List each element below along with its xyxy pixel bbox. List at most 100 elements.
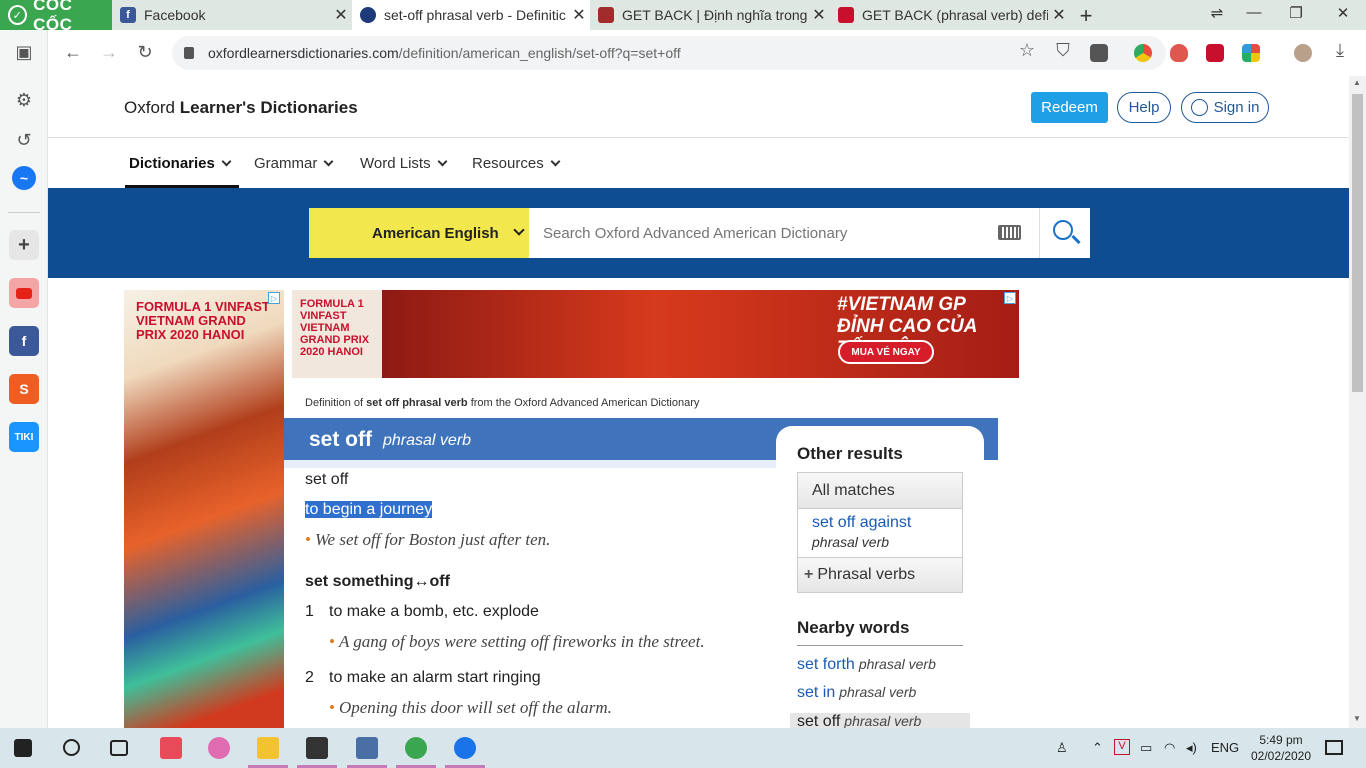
- download-video-icon[interactable]: [1090, 44, 1108, 62]
- close-window-button[interactable]: ✕: [1333, 4, 1353, 22]
- menu-grammar[interactable]: Grammar: [254, 155, 334, 172]
- tab-search-icon[interactable]: ⇌: [1207, 4, 1227, 22]
- lock-icon[interactable]: [184, 47, 194, 59]
- extension-icon[interactable]: [1134, 44, 1152, 62]
- close-icon[interactable]: ✕: [330, 5, 352, 25]
- app-icon[interactable]: [306, 737, 328, 759]
- adchoices-icon[interactable]: ▷: [1004, 292, 1016, 304]
- all-matches-header[interactable]: All matches: [798, 473, 962, 509]
- windows-start-icon[interactable]: [14, 739, 32, 757]
- tab-get-back-definition[interactable]: GET BACK (phrasal verb) defir ✕: [830, 0, 1070, 30]
- extension-icon[interactable]: [1242, 44, 1260, 62]
- battery-icon[interactable]: ▭: [1140, 740, 1152, 756]
- url-host: oxfordlearnersdictionaries.com: [208, 45, 399, 61]
- shopee-icon[interactable]: S: [9, 374, 39, 404]
- browser-tab-bar: ✓ CỐC CỐC f Facebook ✕ set-off phrasal v…: [0, 0, 1366, 34]
- result-item[interactable]: set off against phrasal verb: [798, 509, 962, 558]
- history-icon[interactable]: ↺: [12, 130, 36, 151]
- shield-icon[interactable]: ⛉: [1052, 40, 1074, 61]
- scroll-down-icon[interactable]: ▼: [1353, 714, 1361, 723]
- volume-icon[interactable]: ◂): [1186, 740, 1197, 756]
- task-view-icon[interactable]: [110, 740, 128, 756]
- adblock-icon[interactable]: [1170, 44, 1188, 62]
- phrasal-verbs-toggle[interactable]: + Phrasal verbs: [798, 558, 962, 592]
- sidebar-toggle-icon[interactable]: ▣: [12, 42, 36, 63]
- messenger-icon[interactable]: ~: [12, 166, 36, 190]
- menu-resources[interactable]: Resources: [472, 155, 561, 172]
- nearby-pos: phrasal verb: [858, 656, 936, 672]
- search-icon[interactable]: [63, 739, 80, 756]
- app-icon[interactable]: [356, 737, 378, 759]
- close-icon[interactable]: ✕: [568, 5, 590, 25]
- ad-slogan-line: #VIETNAM GP: [837, 294, 966, 315]
- download-icon[interactable]: ⤓: [1329, 40, 1351, 61]
- language-indicator[interactable]: ENG: [1211, 740, 1239, 755]
- gear-icon[interactable]: ⚙: [12, 90, 36, 111]
- tab-facebook[interactable]: f Facebook ✕: [112, 0, 352, 30]
- close-icon[interactable]: ✕: [808, 5, 830, 25]
- chevron-up-icon[interactable]: ⌃: [1092, 740, 1103, 756]
- entry-header-end: [984, 418, 998, 460]
- coccoc-icon[interactable]: [405, 737, 427, 759]
- menu-dictionaries[interactable]: Dictionaries: [129, 155, 232, 172]
- wifi-icon[interactable]: ◠: [1164, 740, 1175, 756]
- zalo-icon[interactable]: [454, 737, 476, 759]
- chevron-down-icon: [550, 156, 561, 167]
- dictionary-icon: [838, 7, 854, 23]
- clock[interactable]: 5:49 pm 02/02/2020: [1238, 732, 1324, 764]
- menu-word-lists[interactable]: Word Lists: [360, 155, 448, 172]
- adchoices-icon[interactable]: ▷: [268, 292, 280, 304]
- nearby-word-link[interactable]: set forth phrasal verb: [797, 656, 936, 674]
- keyboard-icon[interactable]: [998, 225, 1021, 240]
- add-app-icon[interactable]: +: [9, 230, 39, 260]
- close-icon[interactable]: ✕: [1048, 5, 1070, 25]
- new-tab-button[interactable]: +: [1076, 3, 1096, 29]
- reload-button[interactable]: ↻: [134, 42, 156, 63]
- nearby-word[interactable]: set forth: [797, 656, 855, 673]
- minimize-button[interactable]: —: [1244, 4, 1264, 21]
- coccoc-menu-button[interactable]: ✓ CỐC CỐC: [0, 0, 112, 34]
- app-icon[interactable]: [160, 737, 182, 759]
- avatar[interactable]: [1294, 44, 1312, 62]
- selected-text[interactable]: to begin a journey: [305, 501, 433, 518]
- notifications-icon[interactable]: [1325, 740, 1343, 755]
- tab-set-off[interactable]: set-off phrasal verb - Definitic ✕: [352, 0, 590, 30]
- file-explorer-icon[interactable]: [257, 737, 279, 759]
- nearby-word-link[interactable]: set in phrasal verb: [797, 684, 916, 702]
- facebook-icon[interactable]: f: [9, 326, 39, 356]
- app-tray-icon[interactable]: V: [1114, 739, 1130, 755]
- nearby-word[interactable]: set off: [797, 713, 840, 728]
- nearby-word[interactable]: set in: [797, 684, 835, 701]
- back-button[interactable]: ←: [62, 42, 84, 63]
- search-input[interactable]: [529, 208, 1039, 258]
- tab-get-back-cambridge[interactable]: GET BACK | Định nghĩa trong ✕: [590, 0, 830, 30]
- search-button[interactable]: [1039, 208, 1090, 258]
- sign-in-button[interactable]: Sign in: [1181, 92, 1269, 123]
- tab-title: GET BACK | Định nghĩa trong: [622, 7, 808, 23]
- result-word[interactable]: set off against: [812, 514, 962, 532]
- sign-in-label: Sign in: [1213, 99, 1260, 116]
- buy-ticket-button[interactable]: MUA VÉ NGAY: [838, 340, 934, 364]
- scroll-up-icon[interactable]: ▲: [1353, 78, 1361, 87]
- restore-button[interactable]: ❐: [1286, 4, 1306, 22]
- help-button[interactable]: Help: [1117, 92, 1171, 123]
- bullet-icon: •: [305, 530, 311, 549]
- people-icon[interactable]: ♙: [1056, 740, 1068, 756]
- bookmark-star-icon[interactable]: ☆: [1016, 40, 1038, 61]
- page-scrollbar[interactable]: ▲ ▼: [1349, 76, 1366, 728]
- page-content: Oxford Learner's Dictionaries Redeem Hel…: [48, 76, 1349, 728]
- dictionary-select[interactable]: American English: [309, 208, 529, 258]
- site-logo[interactable]: Oxford Learner's Dictionaries: [124, 98, 358, 118]
- nearby-word-current[interactable]: set off phrasal verb: [790, 713, 970, 728]
- forward-button[interactable]: →: [98, 42, 120, 63]
- tiki-icon[interactable]: TIKI: [9, 422, 39, 452]
- horizontal-ad-banner[interactable]: FORMULA 1 VINFAST VIETNAM GRAND PRIX 202…: [292, 290, 1019, 378]
- scrollbar-thumb[interactable]: [1352, 94, 1363, 392]
- extension-icon[interactable]: [1206, 44, 1224, 62]
- youtube-icon[interactable]: [9, 278, 39, 308]
- phrasal-verbs-label: Phrasal verbs: [817, 566, 916, 583]
- redeem-button[interactable]: Redeem: [1031, 92, 1108, 123]
- taskbar: ♙ ⌃ V ▭ ◠ ◂) ENG 5:49 pm 02/02/2020: [0, 728, 1366, 768]
- vertical-ad-banner[interactable]: FORMULA 1 VINFAST VIETNAM GRAND PRIX 202…: [124, 290, 284, 728]
- app-icon[interactable]: [208, 737, 230, 759]
